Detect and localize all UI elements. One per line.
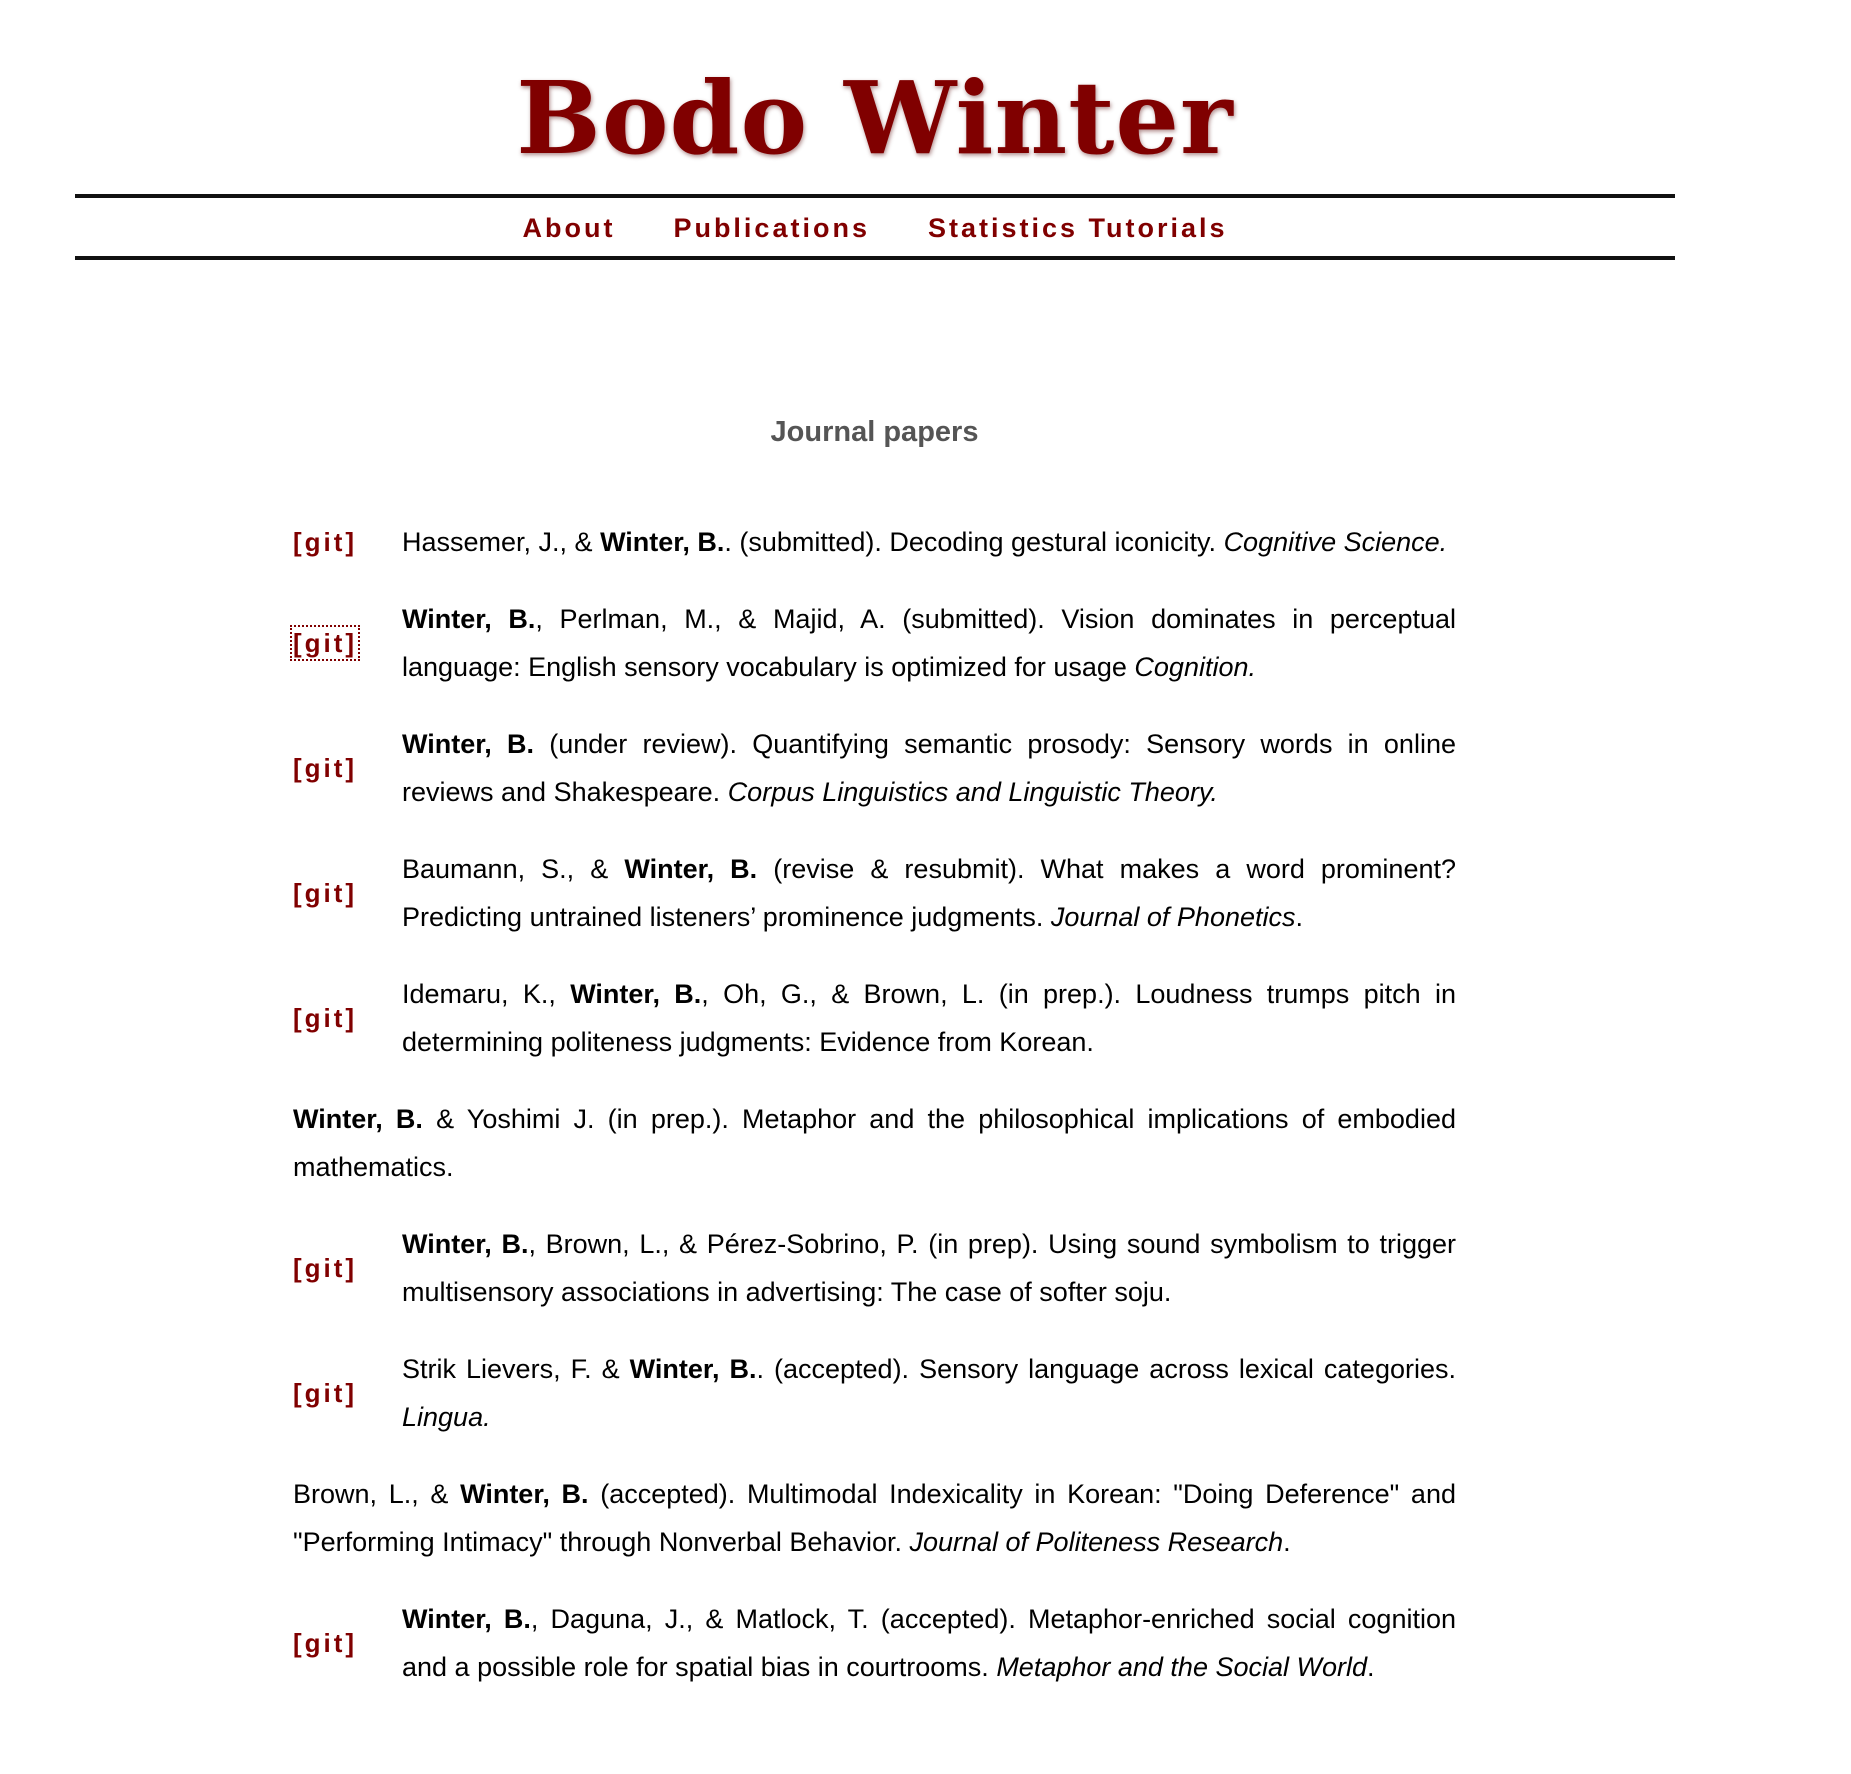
git-link-label: [git] (293, 1002, 358, 1033)
citation-venue: Lingua. (402, 1402, 491, 1432)
citation-text: Brown, L., & (293, 1478, 461, 1509)
citation-text: , Brown, L., & Pérez-Sobrino, P. (in pre… (402, 1228, 1456, 1308)
publication-citation: Winter, B., Daguna, J., & Matlock, T. (a… (402, 1595, 1456, 1692)
nav-link-publications[interactable]: Publications (673, 213, 870, 244)
citation-author-highlight: Winter, B. (629, 1353, 757, 1384)
publication-item: [git] Winter, B., Perlman, M., & Majid, A… (289, 595, 1456, 692)
citation-text: Baumann, S., & (402, 853, 625, 884)
publication-citation: Winter, B., Perlman, M., & Majid, A. (su… (402, 595, 1456, 692)
citation-author-highlight: Winter, B. (402, 603, 536, 634)
git-link-label: [git] (293, 1627, 358, 1658)
publication-citation: Hassemer, J., & Winter, B.. (submitted).… (402, 518, 1456, 567)
git-link[interactable]: [git] (293, 1619, 402, 1668)
citation-venue: Journal of Phonetics (1050, 902, 1296, 932)
git-link[interactable]: [git] (293, 744, 402, 793)
nav-link-statistics-tutorials[interactable]: Statistics Tutorials (928, 213, 1228, 244)
publication-item: Brown, L., & Winter, B. (accepted). Mult… (293, 1470, 1456, 1567)
publication-citation: Winter, B., Brown, L., & Pérez-Sobrino, … (402, 1220, 1456, 1317)
main-nav: About Publications Statistics Tutorials (75, 200, 1675, 256)
site-title: Bodo Winter (516, 59, 1234, 177)
citation-text: & Yoshimi J. (in prep.). Metaphor and th… (293, 1103, 1456, 1183)
git-link-label: [git] (289, 624, 361, 661)
publication-citation: Idemaru, K., Winter, B., Oh, G., & Brown… (402, 970, 1456, 1067)
citation-author-highlight: Winter, B. (402, 1228, 529, 1259)
git-link[interactable]: [git] (289, 619, 402, 668)
citation-venue: Journal of Politeness Research (909, 1527, 1284, 1557)
citation-text: Idemaru, K., (402, 978, 571, 1009)
citation-author-highlight: Winter, B. (460, 1478, 589, 1509)
citation-text: . (1295, 902, 1304, 932)
git-link[interactable]: [git] (293, 1244, 402, 1293)
citation-author-highlight: Winter, B. (293, 1103, 423, 1134)
publication-item: [git] Idemaru, K., Winter, B., Oh, G., & … (293, 970, 1456, 1067)
citation-text: Strik Lievers, F. & (402, 1353, 630, 1384)
publication-citation: Winter, B. (under review). Quantifying s… (402, 720, 1456, 817)
citation-venue: Metaphor and the Social World (996, 1652, 1368, 1682)
git-link-label: [git] (293, 877, 358, 908)
section-heading-journal-papers: Journal papers (770, 416, 979, 448)
citation-text: . (submitted). Decoding gestural iconici… (724, 527, 1224, 557)
citation-author-highlight: Winter, B. (600, 527, 725, 557)
publication-item: [git] Strik Lievers, F. & Winter, B.. (ac… (293, 1345, 1456, 1442)
publication-item: [git] Winter, B. (under review). Quantify… (293, 720, 1456, 817)
citation-text: Hassemer, J., & (402, 527, 601, 557)
git-link-label: [git] (293, 527, 358, 557)
nav-link-about[interactable]: About (522, 213, 615, 244)
citation-author-highlight: Winter, B. (402, 1603, 531, 1634)
git-link-label: [git] (293, 752, 358, 783)
git-link-label: [git] (293, 1252, 358, 1283)
git-link[interactable]: [git] (293, 1369, 402, 1418)
publication-item: Winter, B. & Yoshimi J. (in prep.). Meta… (293, 1095, 1456, 1192)
nav-bottom-rule (75, 256, 1675, 260)
citation-venue: Corpus Linguistics and Linguistic Theory… (727, 777, 1218, 807)
publication-citation: Brown, L., & Winter, B. (accepted). Mult… (293, 1470, 1456, 1567)
git-link[interactable]: [git] (293, 518, 402, 567)
citation-text: . (accepted). Sensory language across le… (756, 1353, 1456, 1384)
publication-citation: Strik Lievers, F. & Winter, B.. (accepte… (402, 1345, 1456, 1442)
publication-list: [git] Hassemer, J., & Winter, B.. (submit… (289, 518, 1456, 1720)
git-link-label: [git] (293, 1377, 358, 1408)
citation-venue: Cognition. (1134, 652, 1257, 682)
citation-author-highlight: Winter, B. (570, 978, 702, 1009)
git-link[interactable]: [git] (293, 869, 402, 918)
citation-text: . (1283, 1527, 1291, 1557)
git-link[interactable]: [git] (293, 994, 402, 1043)
publication-item: [git] Winter, B., Daguna, J., & Matlock, … (293, 1595, 1456, 1692)
publication-citation: Winter, B. & Yoshimi J. (in prep.). Meta… (293, 1095, 1456, 1192)
publication-item: [git] Baumann, S., & Winter, B. (revise &… (293, 845, 1456, 942)
citation-text: . (1367, 1652, 1375, 1682)
nav-top-rule (75, 194, 1675, 198)
publication-item: [git] Winter, B., Brown, L., & Pérez-Sobr… (293, 1220, 1456, 1317)
publication-item: [git] Hassemer, J., & Winter, B.. (submit… (293, 518, 1456, 567)
citation-text: , Perlman, M., & Majid, A. (submitted). … (402, 603, 1456, 683)
citation-author-highlight: Winter, B. (402, 728, 534, 759)
publication-citation: Baumann, S., & Winter, B. (revise & resu… (402, 845, 1456, 942)
citation-author-highlight: Winter, B. (624, 853, 758, 884)
citation-venue: Cognitive Science. (1223, 527, 1448, 557)
